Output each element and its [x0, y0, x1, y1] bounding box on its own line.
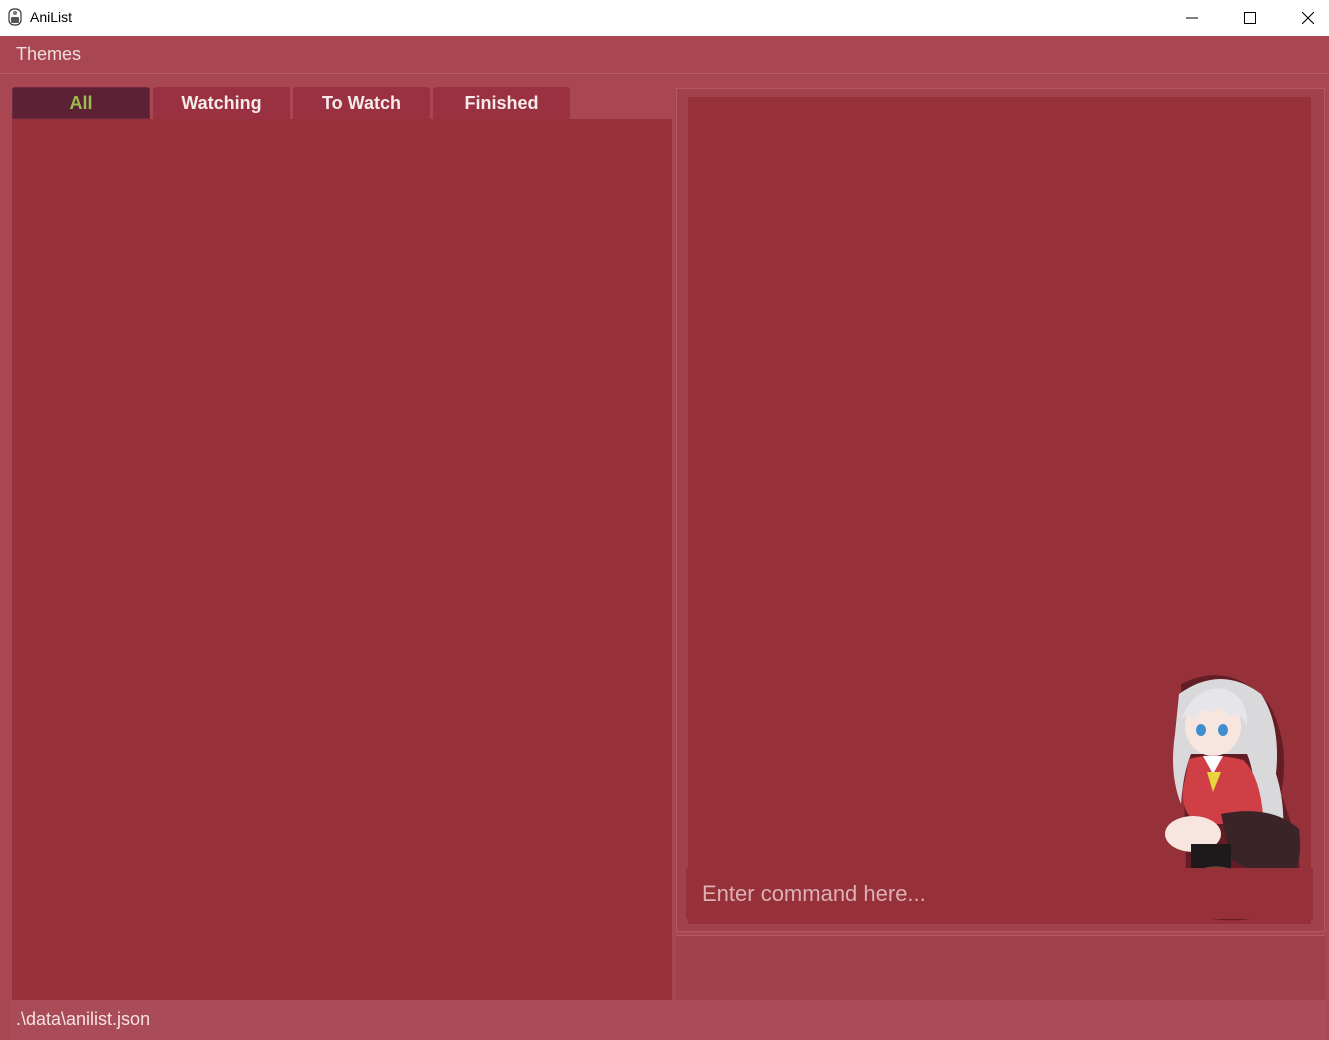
tab-all[interactable]: All	[12, 87, 150, 119]
data-file-path: .\data\anilist.json	[16, 1009, 151, 1029]
tab-watching[interactable]: Watching	[153, 87, 290, 119]
minimize-button[interactable]	[1163, 0, 1221, 36]
window-title: AniList	[30, 9, 73, 25]
anilist-app-icon	[8, 8, 22, 26]
main-area: All Watching To Watch Finished	[0, 74, 1329, 1000]
maximize-icon	[1244, 12, 1256, 24]
tab-bar: All Watching To Watch Finished	[12, 87, 573, 119]
anime-list-panel[interactable]	[12, 119, 672, 1000]
menu-bar: Themes	[0, 36, 1329, 74]
status-bar: .\data\anilist.json	[10, 1000, 1327, 1040]
tab-to-watch[interactable]: To Watch	[293, 87, 430, 119]
window-titlebar: AniList	[0, 0, 1329, 36]
tab-finished[interactable]: Finished	[433, 87, 570, 119]
maximize-button[interactable]	[1221, 0, 1279, 36]
minimize-icon	[1186, 17, 1198, 19]
close-icon	[1302, 12, 1314, 24]
command-input[interactable]	[686, 868, 1313, 919]
command-box-frame	[676, 935, 1325, 1000]
themes-menu[interactable]: Themes	[16, 44, 81, 65]
close-button[interactable]	[1279, 0, 1329, 36]
result-display[interactable]	[688, 97, 1311, 924]
